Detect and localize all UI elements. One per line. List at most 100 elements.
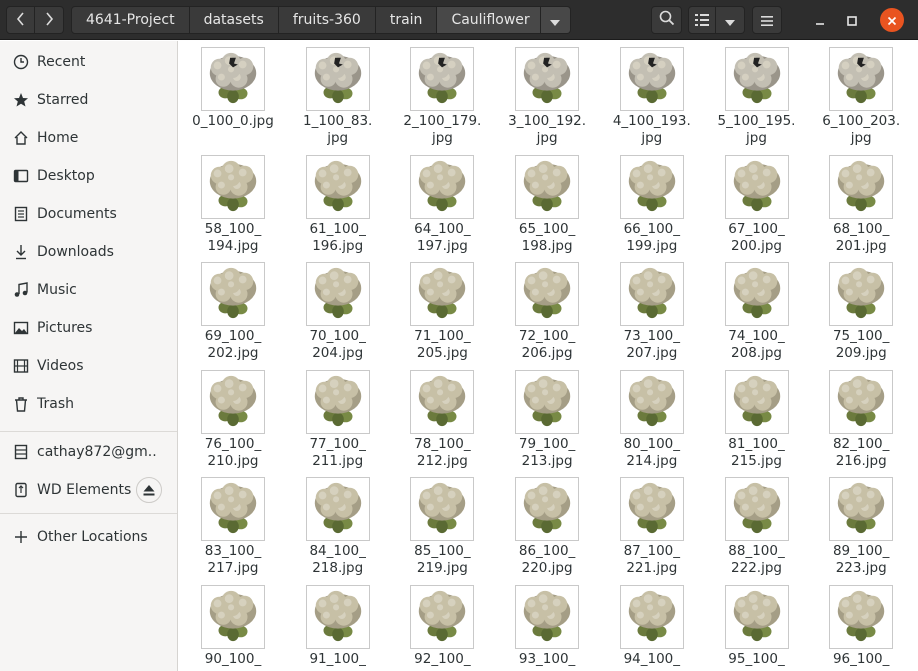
sidebar-item-videos[interactable]: Videos <box>0 348 177 384</box>
file-item[interactable]: 79_100_ 213.jpg <box>497 369 597 474</box>
cauliflower-image <box>419 52 466 104</box>
search-icon <box>659 10 675 30</box>
sidebar-item-recent[interactable]: Recent <box>0 44 177 80</box>
file-item[interactable]: 6_100_203. jpg <box>811 47 911 151</box>
file-item[interactable]: 91_100_ <box>288 584 388 671</box>
file-item[interactable]: 82_100_ 216.jpg <box>811 369 911 474</box>
file-item[interactable]: 81_100_ 215.jpg <box>707 369 807 474</box>
file-item[interactable]: 66_100_ 199.jpg <box>602 154 702 259</box>
sidebar-item-downloads[interactable]: Downloads <box>0 234 177 270</box>
back-button[interactable] <box>6 6 35 34</box>
breadcrumb-item[interactable]: datasets <box>189 6 279 34</box>
list-view-button[interactable] <box>688 6 716 34</box>
file-item[interactable]: 85_100_ 219.jpg <box>392 477 492 581</box>
cauliflower-image <box>733 160 780 211</box>
file-item[interactable]: 70_100_ 204.jpg <box>288 262 388 366</box>
file-item[interactable]: 92_100_ <box>392 584 492 671</box>
trash-icon <box>12 395 30 413</box>
sidebar-item-label: Home <box>37 130 79 146</box>
file-item[interactable]: 1_100_83. jpg <box>288 47 388 151</box>
file-item[interactable]: 73_100_ 207.jpg <box>602 262 702 366</box>
file-item[interactable]: 61_100_ 196.jpg <box>288 154 388 259</box>
file-item[interactable]: 71_100_ 205.jpg <box>392 262 492 366</box>
file-item[interactable]: 93_100_ <box>497 584 597 671</box>
file-thumbnail <box>724 262 789 326</box>
sidebar-item-starred[interactable]: Starred <box>0 82 177 118</box>
file-name: 70_100_ 204.jpg <box>288 328 388 362</box>
breadcrumb-current[interactable]: Cauliflower <box>437 6 541 34</box>
sidebar-item-trash[interactable]: Trash <box>0 386 177 422</box>
sidebar-item-music[interactable]: Music <box>0 272 177 308</box>
breadcrumb-menu-button[interactable] <box>540 6 571 34</box>
file-item[interactable]: 95_100_ <box>707 584 807 671</box>
file-item[interactable]: 78_100_ 212.jpg <box>392 369 492 474</box>
cauliflower-image <box>837 375 885 426</box>
file-name-line: 77_100_ <box>309 435 366 452</box>
cauliflower-image <box>314 52 361 104</box>
file-item[interactable]: 88_100_ 222.jpg <box>707 477 807 581</box>
file-item[interactable]: 5_100_195. jpg <box>707 47 807 151</box>
file-name-line: 222.jpg <box>731 560 782 576</box>
file-thumbnail <box>305 47 370 111</box>
breadcrumb-item[interactable]: fruits-360 <box>278 6 376 34</box>
forward-button[interactable] <box>35 6 64 34</box>
breadcrumb-item[interactable]: train <box>375 6 438 34</box>
file-item[interactable]: 94_100_ <box>602 584 702 671</box>
sidebar-item-label: Trash <box>37 396 74 412</box>
sidebar-item-desktop[interactable]: Desktop <box>0 158 177 194</box>
file-item[interactable]: 74_100_ 208.jpg <box>707 262 807 366</box>
cauliflower-image <box>628 160 675 211</box>
file-item[interactable]: 80_100_ 214.jpg <box>602 369 702 474</box>
sidebar-item-home[interactable]: Home <box>0 120 177 156</box>
file-item[interactable]: 58_100_ 194.jpg <box>183 154 283 259</box>
file-item[interactable]: 84_100_ 218.jpg <box>288 477 388 581</box>
file-item[interactable]: 64_100_ 197.jpg <box>392 154 492 259</box>
usb-drive-icon <box>12 481 30 499</box>
cauliflower-image <box>523 375 571 426</box>
file-item[interactable]: 65_100_ 198.jpg <box>497 154 597 259</box>
file-thumbnail <box>305 584 370 649</box>
file-item[interactable]: 89_100_ 223.jpg <box>811 477 911 581</box>
file-manager-window: 4641-Project datasets fruits-360 train C… <box>0 0 918 671</box>
close-button[interactable] <box>880 8 904 32</box>
file-thumbnail <box>410 262 475 326</box>
cauliflower-image <box>733 267 780 319</box>
maximize-button[interactable] <box>840 8 864 32</box>
sidebar-item-wd-elements[interactable]: WD Elements <box>0 472 177 508</box>
file-item[interactable]: 86_100_ 220.jpg <box>497 477 597 581</box>
sidebar-item-label: WD Elements <box>37 482 132 498</box>
file-item[interactable]: 96_100_ <box>811 584 911 671</box>
file-item[interactable]: 90_100_ <box>183 584 283 671</box>
sidebar-item-network-drive[interactable]: cathay872@gm... <box>0 434 177 470</box>
file-name-line: 206.jpg <box>521 345 573 361</box>
sidebar-item-label: Documents <box>37 206 117 222</box>
file-item[interactable]: 0_100_0.jpg <box>183 47 283 151</box>
file-item[interactable]: 69_100_ 202.jpg <box>183 262 283 366</box>
sidebar-item-pictures[interactable]: Pictures <box>0 310 177 346</box>
file-name-line: 70_100_ <box>309 328 366 344</box>
file-item[interactable]: 75_100_ 209.jpg <box>811 262 911 366</box>
sidebar-item-other-locations[interactable]: Other Locations <box>0 519 177 555</box>
file-name-line: 220.jpg <box>521 560 573 576</box>
file-item[interactable]: 76_100_ 210.jpg <box>183 369 283 474</box>
file-item[interactable]: 2_100_179. jpg <box>392 47 492 151</box>
sidebar-item-documents[interactable]: Documents <box>0 196 177 232</box>
file-thumbnail <box>305 369 370 434</box>
file-name-line: jpg <box>536 130 558 146</box>
file-name: 61_100_ 196.jpg <box>288 221 388 255</box>
file-item[interactable]: 3_100_192. jpg <box>497 47 597 151</box>
eject-button[interactable] <box>136 477 162 503</box>
view-options-button[interactable] <box>716 6 745 34</box>
file-item[interactable]: 72_100_ 206.jpg <box>497 262 597 366</box>
breadcrumb-item[interactable]: 4641-Project <box>71 6 190 34</box>
menu-button[interactable] <box>752 6 782 34</box>
file-item[interactable]: 77_100_ 211.jpg <box>288 369 388 474</box>
search-button[interactable] <box>651 6 682 34</box>
file-name: 75_100_ 209.jpg <box>811 328 911 362</box>
file-item[interactable]: 68_100_ 201.jpg <box>811 154 911 259</box>
file-item[interactable]: 67_100_ 200.jpg <box>707 154 807 259</box>
file-item[interactable]: 87_100_ 221.jpg <box>602 477 702 581</box>
file-item[interactable]: 4_100_193. jpg <box>602 47 702 151</box>
file-item[interactable]: 83_100_ 217.jpg <box>183 477 283 581</box>
minimize-button[interactable] <box>808 8 832 32</box>
